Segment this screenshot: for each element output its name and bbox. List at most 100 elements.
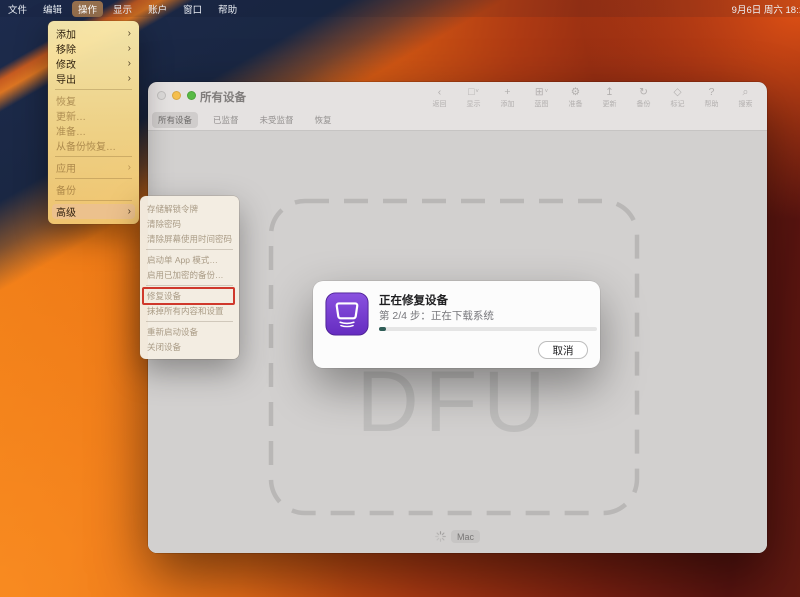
- toolbar-label: 返回: [433, 99, 447, 109]
- menu-item-update: 更新…: [48, 108, 139, 123]
- menu-item-label: 启用已加密的备份…: [147, 269, 224, 281]
- device-name-chip: Mac: [451, 530, 480, 543]
- device-status-row: Mac: [148, 530, 767, 543]
- submenu-item-erase-all-content: 抹掉所有内容和设置: [140, 303, 239, 318]
- submenu-arrow-icon: ›: [128, 163, 131, 173]
- tab-all-devices[interactable]: 所有设备: [152, 112, 198, 128]
- menu-item-label: 修改: [56, 56, 76, 71]
- toolbar-tag-button[interactable]: ◇ 标记: [664, 86, 691, 109]
- menubar-item-window[interactable]: 窗口: [177, 1, 208, 17]
- dfu-placeholder-text: DFU: [268, 359, 640, 445]
- menu-item-label: 导出: [56, 71, 76, 86]
- menu-item-label: 更新…: [56, 108, 86, 123]
- submenu-item-shutdown-device: 关闭设备: [140, 339, 239, 354]
- menu-separator: [55, 178, 132, 179]
- configurator-app-icon: [325, 292, 369, 336]
- menu-item-advanced[interactable]: 高级›: [52, 204, 135, 219]
- repair-progress-bar: [379, 327, 597, 331]
- menu-item-prepare: 准备…: [48, 123, 139, 138]
- dialog-step-text: 第 2/4 步：正在下载系统: [379, 308, 494, 323]
- zoom-window-button[interactable]: [187, 91, 196, 100]
- toolbar-label: 更新: [603, 99, 617, 109]
- toolbar-label: 帮助: [705, 99, 719, 109]
- toolbar-add-button[interactable]: + 添加: [494, 86, 521, 109]
- menu-item-label: 准备…: [56, 123, 86, 138]
- menu-item-label: 备份: [56, 182, 76, 197]
- menu-item-label: 关闭设备: [147, 341, 181, 353]
- view-options-icon: □˅: [468, 86, 479, 98]
- submenu-item-store-unlock-token: 存储解锁令牌: [140, 201, 239, 216]
- cancel-button[interactable]: 取消: [538, 341, 588, 359]
- toolbar-view-button[interactable]: □˅ 显示: [460, 86, 487, 109]
- menu-item-label: 清除屏幕使用时间密码: [147, 233, 232, 245]
- configurator-window: 所有设备 ‹ 返回 □˅ 显示 + 添加 ⊞˅ 蓝图 ⚙ 准备: [148, 82, 767, 553]
- submenu-arrow-icon: ›: [128, 29, 131, 39]
- menu-item-modify[interactable]: 修改 ›: [48, 56, 139, 71]
- menu-separator: [146, 249, 233, 250]
- menu-item-label: 启动单 App 模式…: [147, 254, 218, 266]
- submenu-arrow-icon: ›: [128, 74, 131, 84]
- blueprints-icon: ⊞˅: [535, 86, 548, 98]
- menubar-item-actions[interactable]: 操作: [72, 1, 103, 17]
- menu-item-label: 从备份恢复…: [56, 138, 116, 153]
- menu-item-label: 存储解锁令牌: [147, 203, 198, 215]
- tag-diamond-icon: ◇: [673, 86, 681, 98]
- menubar-clock: 9月6日 周六 18:1: [732, 0, 800, 17]
- plus-icon: +: [504, 86, 510, 98]
- submenu-item-encrypted-backup: 启用已加密的备份…: [140, 267, 239, 282]
- menu-separator: [146, 321, 233, 322]
- filter-tabstrip: 所有设备 已监督 未受监督 恢复: [148, 110, 767, 131]
- submenu-arrow-icon: ›: [128, 59, 131, 69]
- submenu-item-single-app-mode: 启动单 App 模式…: [140, 252, 239, 267]
- toolbar-label: 准备: [569, 99, 583, 109]
- window-toolbar: ‹ 返回 □˅ 显示 + 添加 ⊞˅ 蓝图 ⚙ 准备 ↥ 更新: [426, 86, 759, 109]
- menu-item-restore: 恢复: [48, 93, 139, 108]
- submenu-item-clear-screentime-passcode: 清除屏幕使用时间密码: [140, 231, 239, 246]
- menu-item-label: 添加: [56, 26, 76, 41]
- toolbar-backup-button[interactable]: ↻ 备份: [630, 86, 657, 109]
- update-arrow-icon: ↥: [605, 86, 614, 98]
- menu-item-backup: 备份: [48, 182, 139, 197]
- toolbar-label: 搜索: [739, 99, 753, 109]
- toolbar-label: 标记: [671, 99, 685, 109]
- menubar-item-file[interactable]: 文件: [2, 1, 33, 17]
- submenu-item-restart-device: 重新启动设备: [140, 324, 239, 339]
- toolbar-label: 蓝图: [535, 99, 549, 109]
- menubar-item-edit[interactable]: 编辑: [37, 1, 68, 17]
- menu-item-restore-from-backup: 从备份恢复…: [48, 138, 139, 153]
- menu-item-apply: 应用›: [48, 160, 139, 175]
- question-icon: ?: [709, 86, 715, 98]
- toolbar-blueprints-button[interactable]: ⊞˅ 蓝图: [528, 86, 555, 109]
- menu-separator: [55, 200, 132, 201]
- menu-separator: [55, 89, 132, 90]
- actions-menu: 添加 › 移除› 修改 › 导出 › 恢复 更新… 准备… 从备份恢复… 应用› 备份…: [48, 21, 139, 224]
- tab-recovery[interactable]: 恢复: [309, 112, 338, 128]
- menubar-item-account[interactable]: 账户: [142, 1, 173, 17]
- toolbar-label: 显示: [467, 99, 481, 109]
- repair-progress-dialog: 正在修复设备 第 2/4 步：正在下载系统 取消: [313, 281, 600, 368]
- menu-item-export[interactable]: 导出 ›: [48, 71, 139, 86]
- menu-separator: [146, 285, 233, 286]
- repair-progress-fill: [379, 327, 386, 331]
- submenu-arrow-icon: ›: [128, 207, 131, 217]
- toolbar-prepare-button[interactable]: ⚙ 准备: [562, 86, 589, 109]
- menu-item-label: 恢复: [56, 93, 76, 108]
- toolbar-help-button[interactable]: ? 帮助: [698, 86, 725, 109]
- menu-bar: 文件 编辑 操作 显示 账户 窗口 帮助 9月6日 周六 18:1: [0, 0, 800, 17]
- toolbar-back-button[interactable]: ‹ 返回: [426, 86, 453, 109]
- menu-item-remove[interactable]: 移除›: [48, 41, 139, 56]
- menubar-item-view[interactable]: 显示: [107, 1, 138, 17]
- back-chevron-icon: ‹: [438, 86, 442, 98]
- toolbar-search-button[interactable]: ⌕ 搜索: [732, 86, 759, 109]
- minimize-window-button[interactable]: [172, 91, 181, 100]
- close-window-button[interactable]: [157, 91, 166, 100]
- menu-item-label: 重新启动设备: [147, 326, 198, 338]
- menubar-item-help[interactable]: 帮助: [212, 1, 243, 17]
- tab-supervised[interactable]: 已监督: [207, 112, 245, 128]
- toolbar-update-button[interactable]: ↥ 更新: [596, 86, 623, 109]
- activity-spinner-icon: [435, 531, 446, 542]
- menu-item-add[interactable]: 添加 ›: [48, 26, 139, 41]
- tab-unsupervised[interactable]: 未受监督: [254, 112, 300, 128]
- submenu-item-clear-passcode: 清除密码: [140, 216, 239, 231]
- gear-icon: ⚙: [571, 86, 580, 98]
